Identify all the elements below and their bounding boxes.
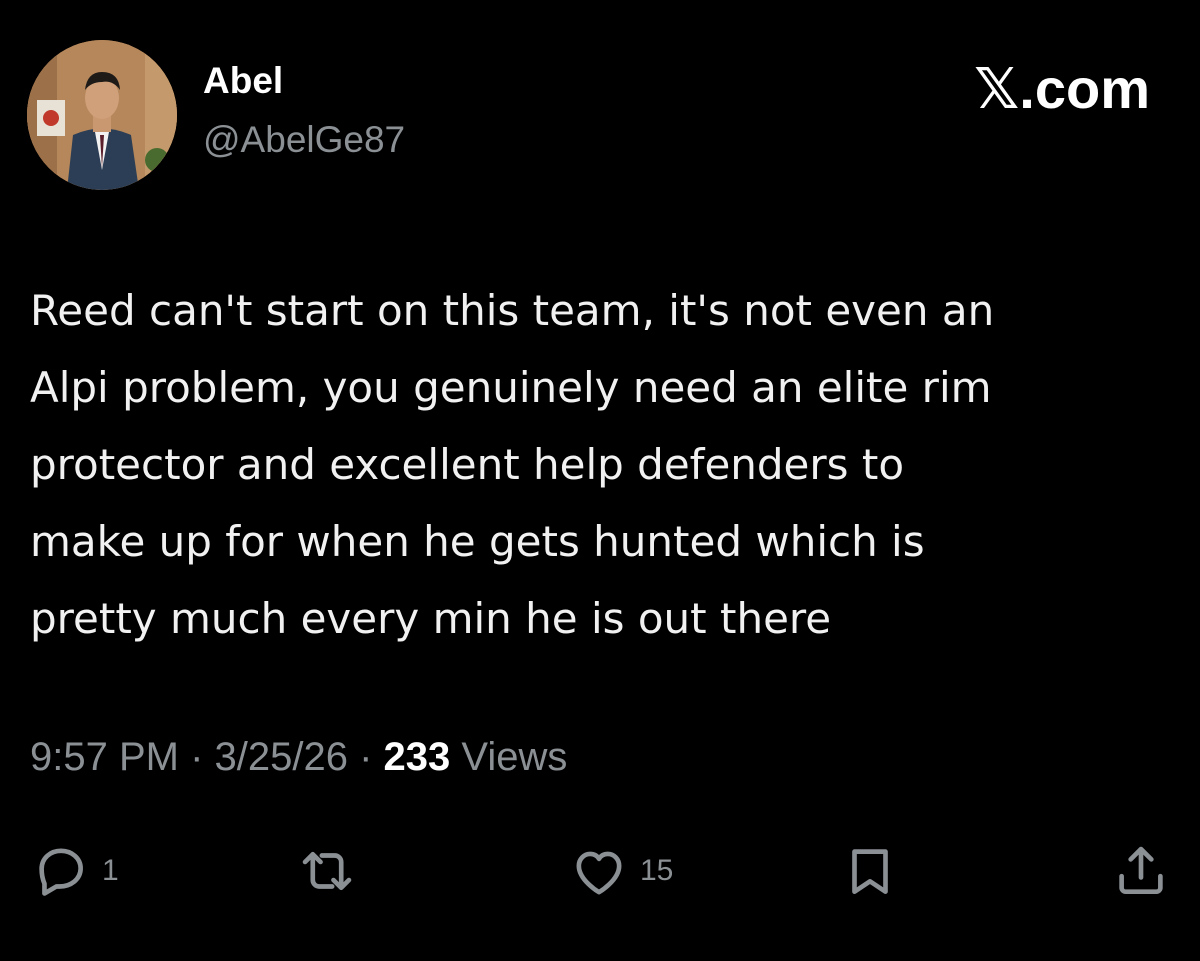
retweet-button[interactable] <box>296 836 368 906</box>
avatar[interactable] <box>27 40 177 190</box>
like-button[interactable]: 15 <box>568 836 673 906</box>
meta-separator: · <box>178 735 215 779</box>
author-display-name[interactable]: Abel <box>203 60 283 102</box>
meta-separator: · <box>347 735 384 779</box>
tweet-time[interactable]: 9:57 PM <box>30 735 179 779</box>
author-handle[interactable]: @AbelGe87 <box>203 119 405 161</box>
views-label: Views <box>450 735 568 779</box>
tweet-actions: 1 15 <box>0 836 1200 906</box>
reply-count: 1 <box>102 854 119 887</box>
like-count: 15 <box>640 854 674 887</box>
heart-icon <box>576 851 622 895</box>
avatar-photo <box>27 40 177 190</box>
tweet-text: Reed can't start on this team, it's not … <box>30 286 995 643</box>
tweet-date[interactable]: 3/25/26 <box>215 735 348 779</box>
share-button[interactable] <box>1110 836 1182 906</box>
bookmark-button[interactable] <box>839 836 911 906</box>
tweet-metadata: 9:57 PM · 3/25/26 · 233 Views <box>30 735 567 780</box>
bookmark-icon <box>852 849 888 894</box>
retweet-icon <box>302 851 352 891</box>
share-icon <box>1119 846 1163 894</box>
brand-logo: 𝕏.com <box>974 57 1150 120</box>
reply-button[interactable]: 1 <box>30 836 119 906</box>
views-count: 233 <box>383 735 451 779</box>
reply-icon <box>39 848 83 896</box>
